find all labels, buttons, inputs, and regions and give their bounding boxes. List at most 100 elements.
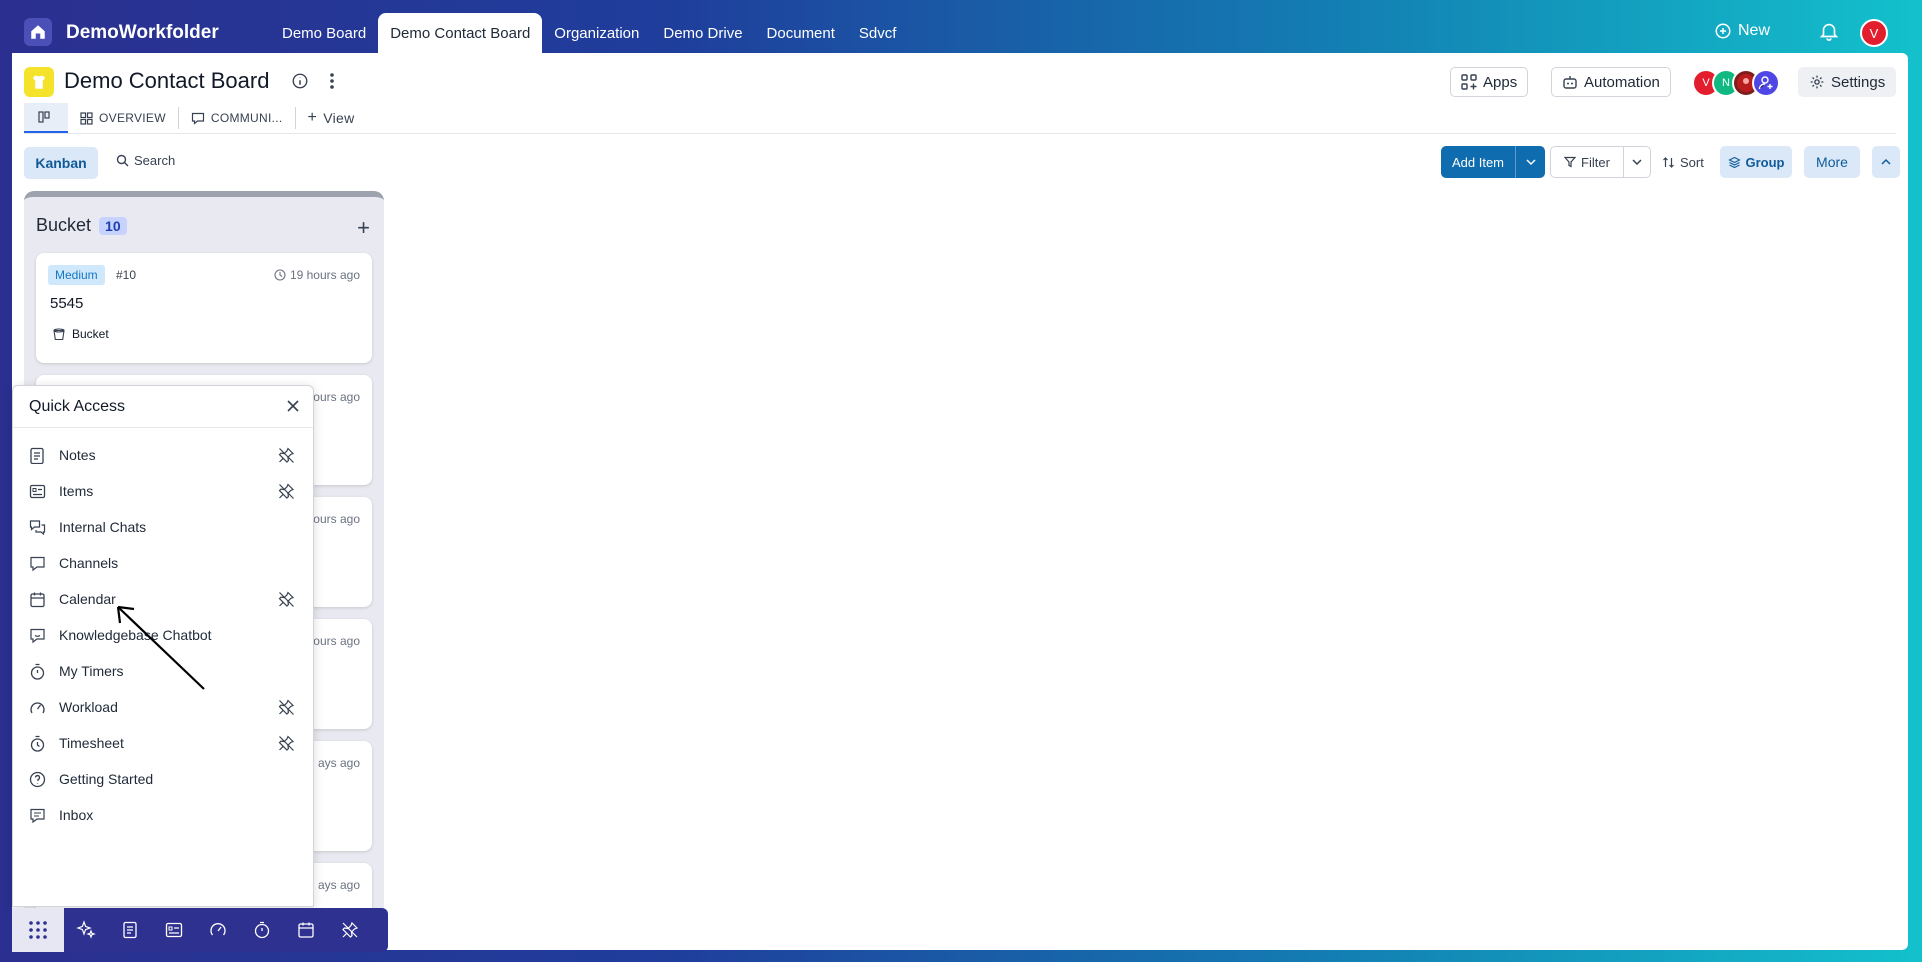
quick-access-item-label: Internal Chats	[59, 519, 147, 535]
gauge-icon	[210, 923, 226, 936]
tab-kanban-view[interactable]	[24, 103, 68, 133]
tab-document[interactable]: Document	[755, 13, 847, 53]
dock-calendar-button[interactable]	[284, 908, 328, 952]
board-icon	[24, 67, 54, 97]
shirt-icon	[33, 75, 45, 89]
group-label: Group	[1745, 154, 1785, 170]
quick-access-item-label: Items	[59, 483, 94, 499]
kanban-view-button[interactable]: Kanban	[24, 147, 98, 179]
quick-access-item-label: Workload	[59, 699, 118, 715]
quick-access-item[interactable]: Calendar	[13, 581, 313, 617]
tab-demo-drive[interactable]: Demo Drive	[651, 13, 754, 53]
quick-access-item[interactable]: Notes	[13, 437, 313, 473]
kanban-icon	[38, 111, 50, 123]
chevron-down-icon	[1632, 159, 1642, 166]
quick-access-item[interactable]: Inbox	[13, 797, 313, 833]
tab-demo-contact-board[interactable]: Demo Contact Board	[378, 13, 543, 53]
divider	[13, 427, 313, 428]
more-button[interactable]: More	[1804, 146, 1860, 178]
settings-button[interactable]: Settings	[1798, 67, 1897, 97]
chatbot-icon	[29, 627, 46, 649]
unpin-icon[interactable]	[278, 483, 295, 505]
quick-access-item-label: Inbox	[59, 807, 94, 823]
apps-label: Apps	[1483, 73, 1518, 91]
comment-icon	[191, 112, 204, 125]
quick-access-item-label: Notes	[59, 447, 96, 463]
timer-icon	[29, 663, 46, 685]
collapse-toolbar-button[interactable]	[1872, 146, 1900, 178]
user-avatar[interactable]: V	[1860, 19, 1888, 47]
filter-dropdown[interactable]	[1623, 146, 1651, 178]
divider	[24, 133, 1896, 134]
layers-icon	[1727, 156, 1741, 168]
filter-button[interactable]: Filter	[1550, 146, 1624, 178]
dock-workload-button[interactable]	[196, 908, 240, 952]
unpin-icon	[342, 921, 359, 938]
quick-access-item[interactable]: Getting Started	[13, 761, 313, 797]
quick-access-item[interactable]: Timesheet	[13, 725, 313, 761]
close-button[interactable]	[285, 398, 301, 419]
quick-access-item[interactable]: My Timers	[13, 653, 313, 689]
card-time: ours ago	[313, 634, 360, 648]
tab-organization[interactable]: Organization	[542, 13, 651, 53]
home-button[interactable]	[24, 18, 52, 46]
add-item-dropdown[interactable]	[1515, 146, 1545, 178]
column-header: Bucket 10	[36, 215, 127, 236]
unpin-icon[interactable]	[278, 447, 295, 469]
add-card-button[interactable]: +	[357, 215, 370, 241]
notes-icon	[123, 921, 137, 939]
priority-badge: Medium	[48, 265, 105, 285]
bottom-dock	[12, 908, 388, 952]
unpin-icon[interactable]	[278, 591, 295, 613]
quick-access-item[interactable]: Channels	[13, 545, 313, 581]
board-members[interactable]: V N	[1692, 69, 1792, 97]
quick-access-item[interactable]: Items	[13, 473, 313, 509]
unpin-icon[interactable]	[278, 699, 295, 721]
settings-label: Settings	[1831, 73, 1886, 91]
help-icon	[29, 771, 46, 793]
kanban-card[interactable]: Medium #10 19 hours ago 5545 Bucket	[36, 253, 372, 363]
board-menu-button[interactable]	[323, 70, 341, 97]
apps-button[interactable]: Apps	[1450, 67, 1529, 97]
quick-access-item[interactable]: Knowledgebase Chatbot	[13, 617, 313, 653]
unpin-icon[interactable]	[278, 735, 295, 757]
group-button[interactable]: Group	[1720, 146, 1792, 178]
search-button[interactable]: Search	[116, 153, 175, 168]
dock-unpin-button[interactable]	[328, 908, 372, 952]
board-title: Demo Contact Board	[64, 68, 270, 93]
column-title: Bucket	[36, 215, 92, 235]
chevron-up-icon	[1881, 158, 1891, 165]
quick-access-item[interactable]: Internal Chats	[13, 509, 313, 545]
sparkle-icon	[76, 920, 96, 939]
dock-items-button[interactable]	[152, 908, 196, 952]
card-time: ours ago	[313, 390, 360, 404]
clock-icon	[274, 269, 286, 281]
inbox-icon	[29, 807, 46, 829]
chevron-down-icon	[1525, 159, 1536, 166]
bucket-icon	[53, 328, 65, 341]
close-icon	[287, 400, 299, 412]
automation-button[interactable]: Automation	[1551, 67, 1671, 97]
tab-communication-label: COMMUNI...	[210, 111, 283, 125]
dock-timer-button[interactable]	[240, 908, 284, 952]
new-button[interactable]: New	[1714, 22, 1770, 40]
add-item-button[interactable]: Add Item	[1441, 146, 1515, 178]
timer-icon	[254, 921, 270, 939]
sort-button[interactable]: Sort	[1662, 146, 1710, 178]
workspace-name[interactable]: DemoWorkfolder	[66, 22, 219, 44]
tab-sdvcf[interactable]: Sdvcf	[847, 13, 909, 53]
app-launcher-button[interactable]	[12, 908, 64, 952]
new-button-label: New	[1738, 22, 1771, 39]
add-view-button[interactable]: + View	[296, 103, 367, 133]
tab-demo-board[interactable]: Demo Board	[270, 13, 378, 53]
ai-sparkle-button[interactable]	[64, 908, 108, 952]
tab-overview[interactable]: OVERVIEW	[68, 103, 178, 133]
notifications-button[interactable]	[1818, 20, 1840, 47]
add-member-button[interactable]	[1752, 69, 1780, 97]
quick-access-item-label: Knowledgebase Chatbot	[59, 627, 212, 643]
board-info-button[interactable]	[291, 72, 309, 95]
gear-icon	[1810, 75, 1824, 89]
quick-access-item[interactable]: Workload	[13, 689, 313, 725]
dock-notes-button[interactable]	[108, 908, 152, 952]
tab-communication[interactable]: COMMUNI...	[179, 103, 295, 133]
